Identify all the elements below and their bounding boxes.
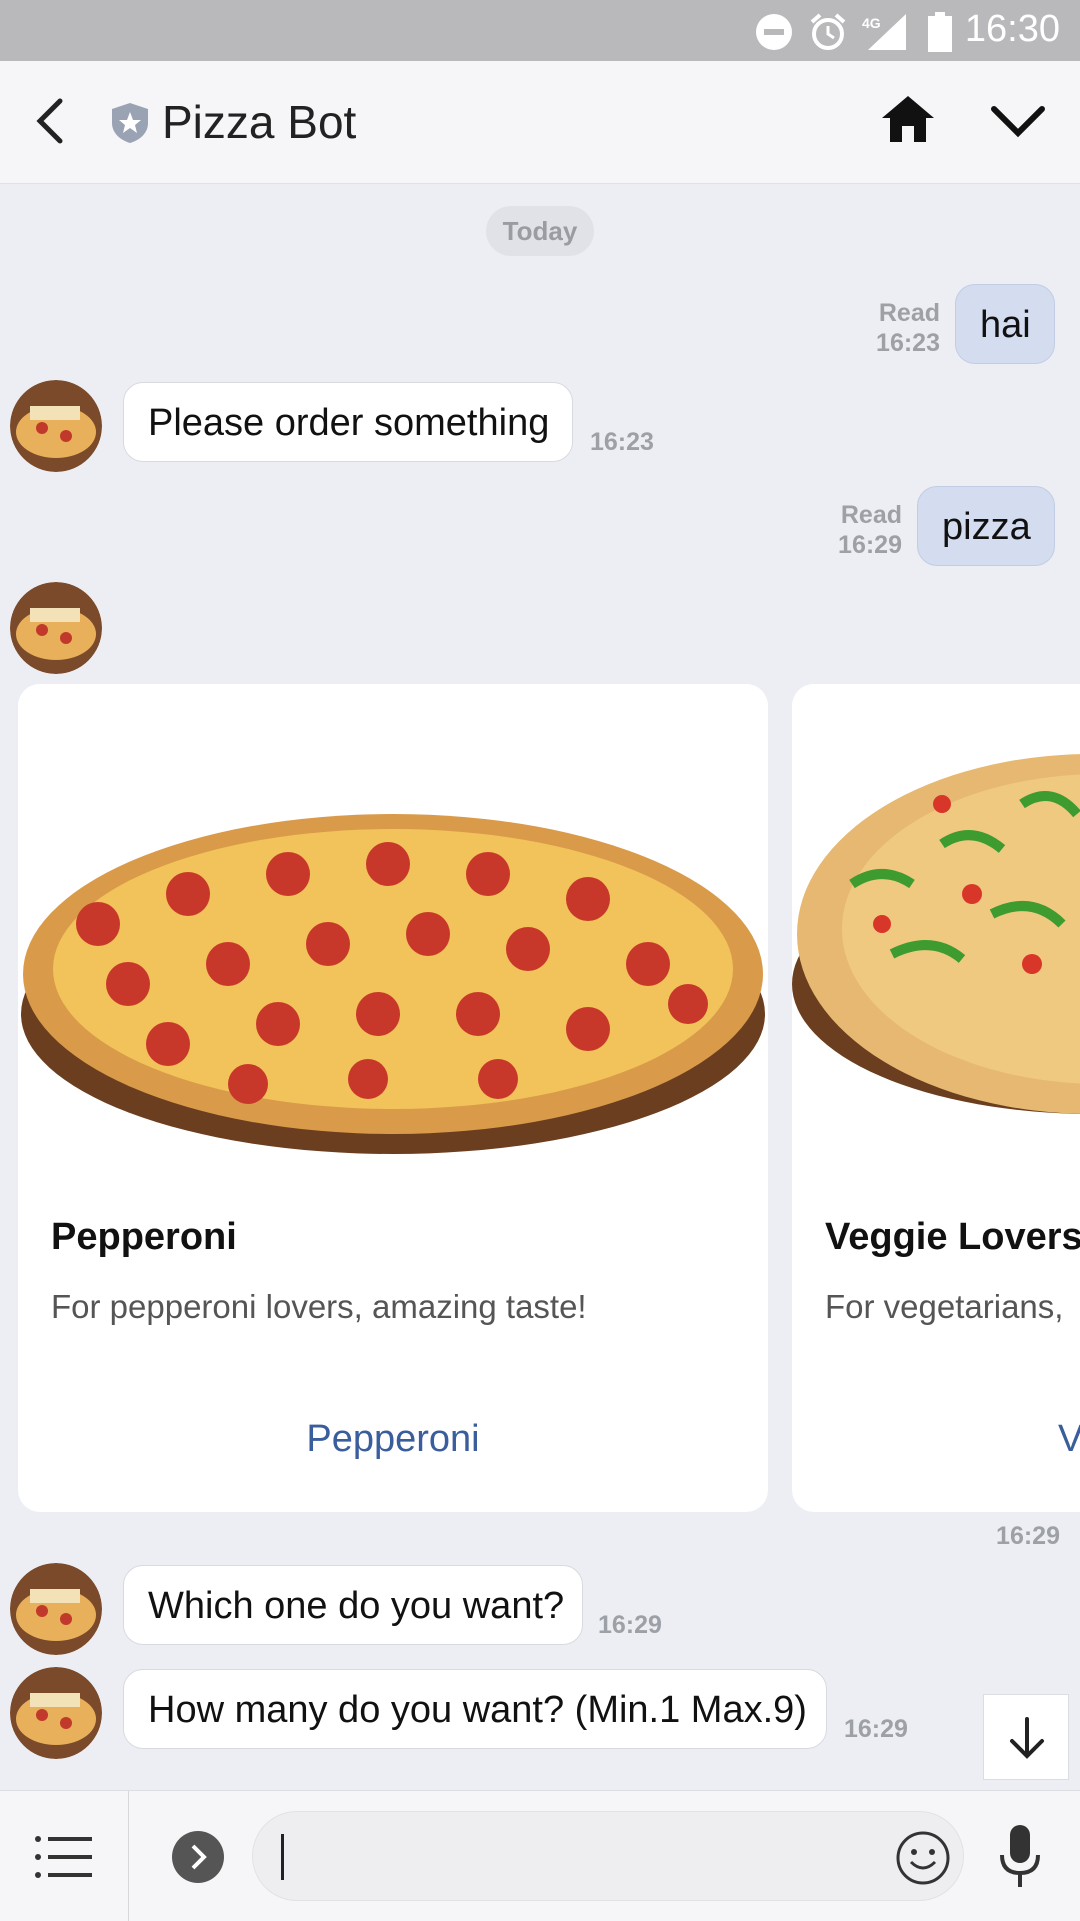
home-icon[interactable]	[880, 94, 936, 144]
veggie-pizza-image	[792, 684, 1080, 1184]
emoji-icon[interactable]	[895, 1830, 951, 1886]
message-time: 16:29	[844, 1715, 908, 1743]
scroll-to-bottom-button[interactable]	[983, 1694, 1069, 1780]
message-composer	[0, 1790, 1080, 1921]
card-description: For vegetarians,	[825, 1288, 1064, 1325]
read-receipt: Read 16:23	[876, 299, 940, 357]
back-icon[interactable]	[30, 91, 70, 151]
signal-4g-icon: 4G	[862, 14, 906, 50]
status-bar: 4G 16:30	[0, 0, 1080, 61]
user-message-bubble: hai	[955, 284, 1055, 364]
card-title: Veggie Lovers	[825, 1216, 1080, 1258]
carousel-card-pepperoni[interactable]: Pepperoni For pepperoni lovers, amazing …	[18, 684, 768, 1512]
alarm-icon	[810, 13, 846, 50]
microphone-icon[interactable]	[996, 1823, 1044, 1891]
chevron-down-icon[interactable]	[990, 101, 1046, 141]
card-title: Pepperoni	[51, 1216, 237, 1258]
message-time: 16:23	[590, 428, 654, 456]
expand-options-icon[interactable]	[172, 1831, 224, 1883]
bot-avatar[interactable]	[10, 582, 102, 674]
pepperoni-pizza-image	[18, 684, 768, 1184]
card-action-button[interactable]: Pepperoni	[18, 1418, 768, 1461]
arrow-down-icon	[1010, 1717, 1044, 1759]
bot-avatar[interactable]	[10, 1563, 102, 1655]
svg-text:4G: 4G	[862, 15, 881, 31]
message-time: 16:29	[598, 1611, 662, 1639]
official-account-shield-icon	[112, 103, 148, 143]
read-receipt: Read 16:29	[838, 501, 902, 559]
bot-message-bubble: Please order something	[123, 382, 573, 462]
bot-message-bubble: Which one do you want?	[123, 1565, 583, 1645]
bot-message-bubble: How many do you want? (Min.1 Max.9)	[123, 1669, 827, 1749]
menu-icon[interactable]	[34, 1833, 94, 1881]
user-message-bubble: pizza	[917, 486, 1055, 566]
carousel-time: 16:29	[996, 1522, 1060, 1550]
message-input[interactable]	[252, 1811, 964, 1901]
carousel-card-veggie[interactable]: Veggie Lovers For vegetarians, V	[792, 684, 1080, 1512]
do-not-disturb-icon	[756, 14, 792, 50]
status-time: 16:30	[964, 8, 1060, 50]
bot-avatar[interactable]	[10, 1667, 102, 1759]
bot-avatar[interactable]	[10, 380, 102, 472]
card-action-button[interactable]: V	[1058, 1418, 1080, 1461]
composer-divider	[128, 1791, 129, 1921]
battery-icon	[928, 12, 952, 52]
text-caret	[281, 1834, 284, 1880]
date-chip: Today	[486, 206, 594, 256]
chat-header: Pizza Bot	[0, 61, 1080, 184]
chat-title: Pizza Bot	[162, 96, 357, 148]
card-description: For pepperoni lovers, amazing taste!	[51, 1288, 587, 1325]
